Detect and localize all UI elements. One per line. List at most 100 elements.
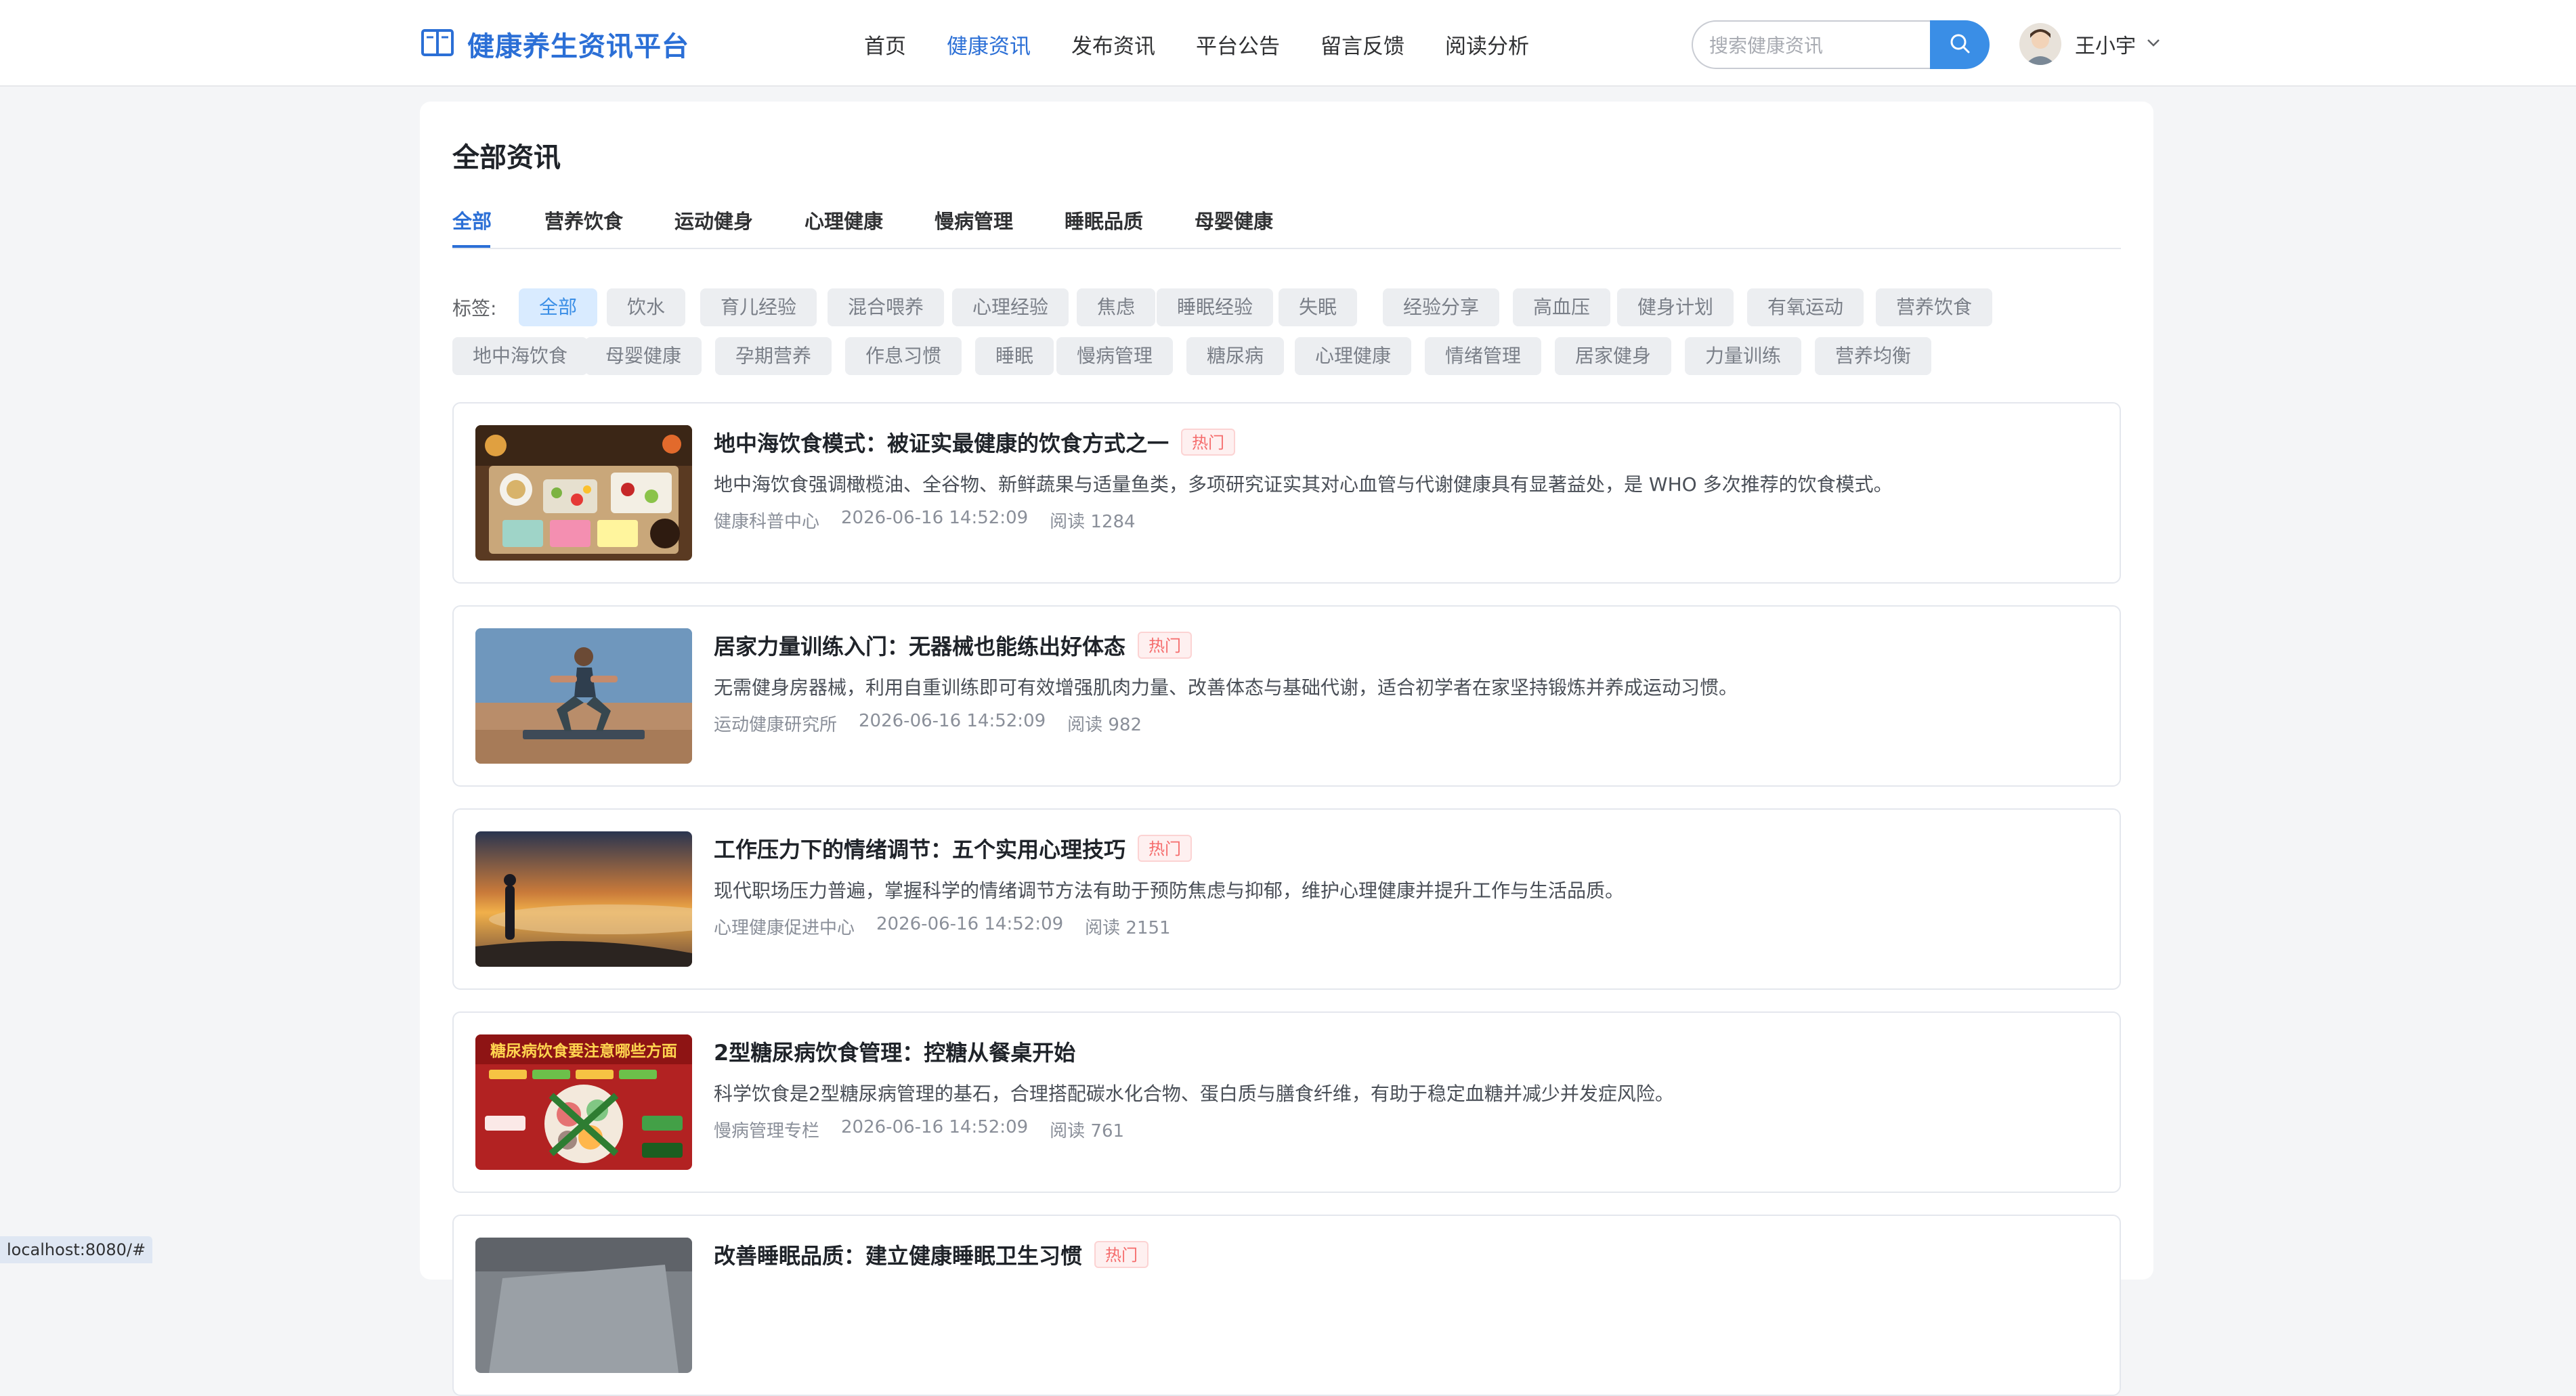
article-meta: 健康科普中心 2026-06-16 14:52:09 阅读 1284 [714,508,1157,533]
active-tab-indicator [452,245,490,248]
article-meta: 运动健康研究所 2026-06-16 14:52:09 阅读 982 [714,711,1163,736]
tag-item[interactable]: 地中海饮食 [452,337,588,375]
tag-item[interactable]: 经验分享 [1383,288,1500,326]
nav-home[interactable]: 首页 [864,29,906,60]
article-reads: 阅读 2151 [1085,918,1171,938]
tab-sleep[interactable]: 睡眠品质 [1065,206,1143,234]
article-card[interactable]: 改善睡眠品质：建立健康睡眠卫生习惯 热门 [452,1215,2121,1396]
article-title[interactable]: 地中海饮食模式：被证实最健康的饮食方式之一 [714,427,1169,458]
article-card[interactable]: 糖尿病饮食要注意哪些方面 2型糖尿病饮食管理：控糖从餐桌开始 科学饮食是2型糖尿… [452,1011,2121,1193]
article-meta: 慢病管理专栏 2026-06-16 14:52:09 阅读 761 [714,1117,1146,1142]
article-title-row: 地中海饮食模式：被证实最健康的饮食方式之一 热门 [714,425,1236,459]
article-summary: 科学饮食是2型糖尿病管理的基石，合理搭配碳水化合物、蛋白质与膳食纤维，有助于稳定… [714,1083,1674,1105]
article-reads: 阅读 1284 [1050,512,1136,532]
nav-feedback[interactable]: 留言反馈 [1321,29,1404,60]
article-time: 2026-06-16 14:52:09 [841,1117,1029,1137]
hot-badge: 热门 [1138,632,1193,659]
tag-item[interactable]: 糖尿病 [1186,337,1285,375]
tab-fitness[interactable]: 运动健身 [674,206,753,234]
tag-item[interactable]: 育儿经验 [700,288,817,326]
tag-item[interactable]: 力量训练 [1685,337,1802,375]
diabetes-poster-icon: 糖尿病饮食要注意哪些方面 [475,1034,692,1170]
article-card[interactable]: 地中海饮食模式：被证实最健康的饮食方式之一 热门 地中海饮食强调橄榄油、全谷物、… [452,402,2121,584]
category-tabs: 全部 营养饮食 运动健身 心理健康 慢病管理 睡眠品质 母婴健康 [452,206,2121,249]
hot-badge: 热门 [1181,429,1236,456]
tag-item[interactable]: 孕期营养 [715,337,832,375]
tag-item[interactable]: 居家健身 [1555,337,1672,375]
article-meta: 心理健康促进中心 2026-06-16 14:52:09 阅读 2151 [714,914,1193,939]
top-header: 健康养生资讯平台 首页 健康资讯 发布资讯 平台公告 留言反馈 阅读分析 搜索健… [0,0,2576,87]
article-time: 2026-06-16 14:52:09 [859,711,1046,731]
tab-mental-health[interactable]: 心理健康 [804,206,883,234]
article-time: 2026-06-16 14:52:09 [841,508,1029,528]
tag-item[interactable]: 心理健康 [1295,337,1412,375]
tag-item[interactable]: 睡眠 [975,337,1054,375]
article-reads: 阅读 761 [1050,1121,1125,1141]
avatar [2019,23,2061,65]
sleep-photo-icon [475,1238,692,1373]
nav-publish[interactable]: 发布资讯 [1071,29,1155,60]
tags-label: 标签: [452,297,497,320]
hot-badge: 热门 [1138,835,1193,862]
tag-item[interactable]: 慢病管理 [1056,337,1174,375]
food-photo-icon [475,425,692,561]
article-summary: 地中海饮食强调橄榄油、全谷物、新鲜蔬果与适量鱼类，多项研究证实其对心血管与代谢健… [714,473,1893,496]
tab-all[interactable]: 全部 [452,206,492,234]
tab-nutrition[interactable]: 营养饮食 [544,206,623,234]
nav-reading-analysis[interactable]: 阅读分析 [1445,29,1529,60]
article-source: 健康科普中心 [714,512,820,532]
tag-item[interactable]: 饮水 [607,288,686,326]
squat-photo-icon [475,628,692,764]
article-time: 2026-06-16 14:52:09 [876,914,1064,934]
article-reads: 阅读 982 [1067,715,1142,735]
logo[interactable]: 健康养生资讯平台 [420,24,689,64]
tag-all[interactable]: 全部 [519,288,598,326]
user-name: 王小宇 [2075,35,2136,58]
tag-item[interactable]: 有氧运动 [1747,288,1864,326]
article-card[interactable]: 工作压力下的情绪调节：五个实用心理技巧 热门 现代职场压力普遍，掌握科学的情绪调… [452,808,2121,990]
article-source: 慢病管理专栏 [714,1121,820,1141]
article-card[interactable]: 居家力量训练入门：无器械也能练出好体态 热门 无需健身房器械，利用自重训练即可有… [452,605,2121,787]
article-summary: 现代职场压力普遍，掌握科学的情绪调节方法有助于预防焦虑与抑郁，维护心理健康并提升… [714,879,1625,902]
nav-announcements[interactable]: 平台公告 [1196,29,1280,60]
article-title-row: 2型糖尿病饮食管理：控糖从餐桌开始 [714,1034,1075,1068]
tag-item[interactable]: 营养均衡 [1815,337,1932,375]
tag-item[interactable]: 失眠 [1279,288,1358,326]
user-menu[interactable]: 王小宇 [2019,22,2162,66]
tag-item[interactable]: 母婴健康 [585,337,702,375]
tag-item[interactable]: 焦虑 [1077,288,1156,326]
tag-item[interactable]: 高血压 [1513,288,1611,326]
search-input[interactable]: 搜索健康资讯 [1692,20,1930,69]
article-source: 运动健康研究所 [714,715,838,735]
main-nav: 首页 健康资讯 发布资讯 平台公告 留言反馈 阅读分析 [864,27,1570,61]
hot-badge: 热门 [1094,1241,1149,1268]
article-title[interactable]: 居家力量训练入门：无器械也能练出好体态 [714,630,1125,661]
tab-chronic-disease[interactable]: 慢病管理 [935,206,1013,234]
article-source: 心理健康促进中心 [714,918,855,938]
nav-health-news[interactable]: 健康资讯 [947,29,1031,60]
article-title[interactable]: 2型糖尿病饮食管理：控糖从餐桌开始 [714,1036,1075,1067]
article-title[interactable]: 工作压力下的情绪调节：五个实用心理技巧 [714,833,1125,864]
tag-item[interactable]: 健身计划 [1617,288,1734,326]
tab-maternal-infant[interactable]: 母婴健康 [1195,206,1273,234]
tag-item[interactable]: 作息习惯 [845,337,962,375]
tag-item[interactable]: 营养饮食 [1876,288,1993,326]
sunset-photo-icon [475,831,692,967]
chevron-down-icon [2145,35,2162,53]
search-bar: 搜索健康资讯 [1692,20,1990,69]
book-icon [420,25,455,63]
article-title-row: 工作压力下的情绪调节：五个实用心理技巧 热门 [714,831,1193,865]
page-title: 全部资讯 [452,142,561,173]
status-bar-url: localhost:8080/# [0,1236,153,1263]
article-title[interactable]: 改善睡眠品质：建立健康睡眠卫生习惯 [714,1239,1082,1270]
tag-item[interactable]: 睡眠经验 [1157,288,1274,326]
article-summary: 无需健身房器械，利用自重训练即可有效增强肌肉力量、改善体态与基础代谢，适合初学者… [714,676,1738,699]
poster-text: 糖尿病饮食要注意哪些方面 [490,1042,677,1060]
logo-text: 健康养生资讯平台 [467,31,689,62]
tag-item[interactable]: 心理经验 [952,288,1069,326]
content-card: 全部资讯 全部 营养饮食 运动健身 心理健康 慢病管理 睡眠品质 母婴健康 标签… [420,102,2153,1396]
search-icon [1948,32,1971,58]
tag-item[interactable]: 混合喂养 [828,288,945,326]
search-button[interactable] [1930,20,1990,69]
tag-item[interactable]: 情绪管理 [1425,337,1542,375]
